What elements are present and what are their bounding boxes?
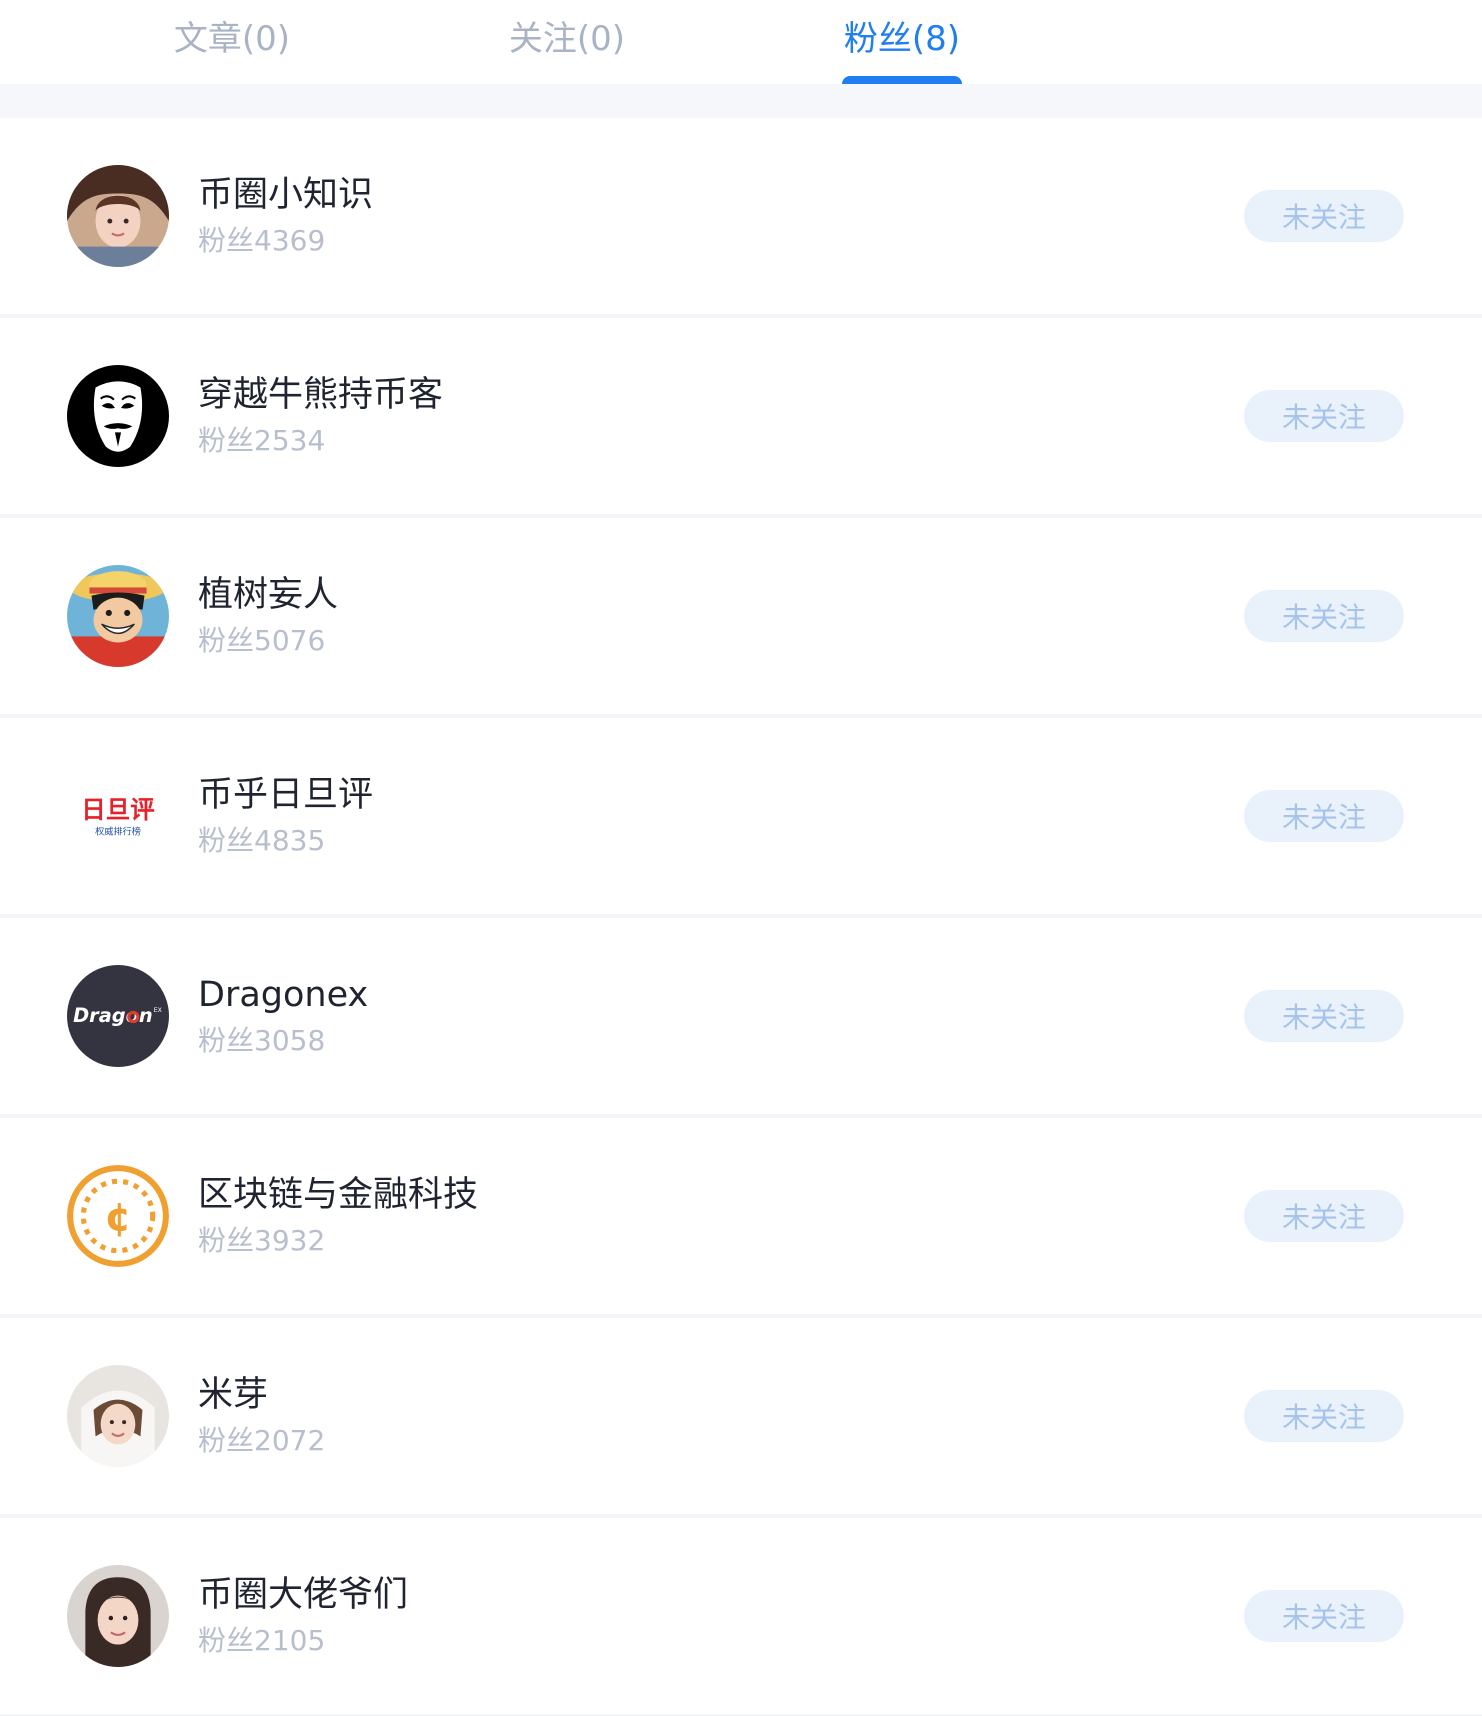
follow-button[interactable]: 未关注 — [1244, 1190, 1404, 1242]
ridanping-logo-icon: 日旦评 权威排行榜 — [67, 765, 169, 867]
fans-count: 粉丝2534 — [198, 424, 326, 458]
fans-page: 文章(0) 关注(0) 粉丝(8) 币圈小知识 粉丝4369 未关注 穿越牛熊持… — [0, 0, 1482, 1716]
avatar — [67, 1365, 169, 1467]
tab-following-label: 关注(0) — [508, 19, 626, 59]
fans-count: 粉丝4369 — [198, 224, 326, 258]
tab-bar: 文章(0) 关注(0) 粉丝(8) — [0, 0, 1482, 84]
fans-count: 粉丝2105 — [198, 1624, 326, 1658]
list-item[interactable]: ¢ 区块链与金融科技 粉丝3932 未关注 — [0, 1118, 1482, 1318]
list-item[interactable]: 日旦评 权威排行榜 币乎日旦评 粉丝4835 未关注 — [0, 718, 1482, 918]
tab-fans[interactable]: 粉丝(8) — [782, 0, 1022, 84]
user-name[interactable]: 植树妄人 — [198, 574, 338, 616]
user-info: Dragonex 粉丝3058 — [198, 974, 368, 1058]
follow-button[interactable]: 未关注 — [1244, 1390, 1404, 1442]
user-name[interactable]: Dragonex — [198, 974, 368, 1016]
fans-count: 粉丝2072 — [198, 1424, 326, 1458]
coin-symbol: ¢ — [105, 1195, 132, 1240]
follow-button[interactable]: 未关注 — [1244, 390, 1404, 442]
mask-icon — [67, 365, 169, 467]
tab-following[interactable]: 关注(0) — [447, 0, 687, 84]
follow-button[interactable]: 未关注 — [1244, 790, 1404, 842]
user-name[interactable]: 穿越牛熊持币客 — [198, 374, 443, 416]
fans-count: 粉丝3058 — [198, 1024, 326, 1058]
user-name[interactable]: 区块链与金融科技 — [198, 1174, 478, 1216]
user-info: 币圈小知识 粉丝4369 — [198, 174, 373, 258]
fans-count: 粉丝4835 — [198, 824, 326, 858]
tab-fans-label: 粉丝(8) — [843, 19, 961, 59]
avatar: 日旦评 权威排行榜 — [67, 765, 169, 867]
list-item[interactable]: Dragon EX Dragonex 粉丝3058 未关注 — [0, 918, 1482, 1118]
avatar — [67, 365, 169, 467]
woman-photo-icon — [67, 1565, 169, 1667]
woman-photo-icon — [67, 1365, 169, 1467]
dragonex-logo-icon: Dragon EX — [67, 965, 169, 1067]
list-item[interactable]: 米芽 粉丝2072 未关注 — [0, 1318, 1482, 1518]
logo-subtext: EX — [154, 1007, 162, 1014]
follow-button[interactable]: 未关注 — [1244, 590, 1404, 642]
avatar: ¢ — [67, 1165, 169, 1267]
logo-text: 日旦评 — [81, 795, 154, 824]
follow-button[interactable]: 未关注 — [1244, 190, 1404, 242]
list-item[interactable]: 币圈小知识 粉丝4369 未关注 — [0, 118, 1482, 318]
fans-count: 粉丝5076 — [198, 624, 326, 658]
fans-count: 粉丝3932 — [198, 1224, 326, 1258]
tab-articles-label: 文章(0) — [173, 19, 291, 59]
user-info: 植树妄人 粉丝5076 — [198, 574, 338, 658]
active-tab-indicator — [842, 76, 962, 84]
follow-button[interactable]: 未关注 — [1244, 990, 1404, 1042]
user-name[interactable]: 币乎日旦评 — [198, 774, 373, 816]
user-info: 米芽 粉丝2072 — [198, 1374, 325, 1458]
logo-subtext: 权威排行榜 — [95, 825, 141, 837]
section-divider — [0, 84, 1482, 118]
avatar — [67, 165, 169, 267]
user-info: 区块链与金融科技 粉丝3932 — [198, 1174, 478, 1258]
logo-text: Dragon — [73, 1004, 153, 1027]
user-info: 穿越牛熊持币客 粉丝2534 — [198, 374, 443, 458]
user-name[interactable]: 币圈大佬爷们 — [198, 1574, 408, 1616]
avatar: Dragon EX — [67, 965, 169, 1067]
user-info: 币乎日旦评 粉丝4835 — [198, 774, 373, 858]
user-name[interactable]: 米芽 — [198, 1374, 325, 1416]
user-info: 币圈大佬爷们 粉丝2105 — [198, 1574, 408, 1658]
avatar — [67, 1565, 169, 1667]
avatar — [67, 565, 169, 667]
fans-list: 币圈小知识 粉丝4369 未关注 穿越牛熊持币客 粉丝2534 未关注 植树妄人… — [0, 118, 1482, 1716]
follow-button[interactable]: 未关注 — [1244, 1590, 1404, 1642]
list-item[interactable]: 植树妄人 粉丝5076 未关注 — [0, 518, 1482, 718]
anime-character-icon — [67, 565, 169, 667]
list-item[interactable]: 穿越牛熊持币客 粉丝2534 未关注 — [0, 318, 1482, 518]
user-name[interactable]: 币圈小知识 — [198, 174, 373, 216]
woman-photo-icon — [67, 165, 169, 267]
list-item[interactable]: 币圈大佬爷们 粉丝2105 未关注 — [0, 1518, 1482, 1716]
coin-icon: ¢ — [67, 1165, 169, 1267]
tab-articles[interactable]: 文章(0) — [112, 0, 352, 84]
